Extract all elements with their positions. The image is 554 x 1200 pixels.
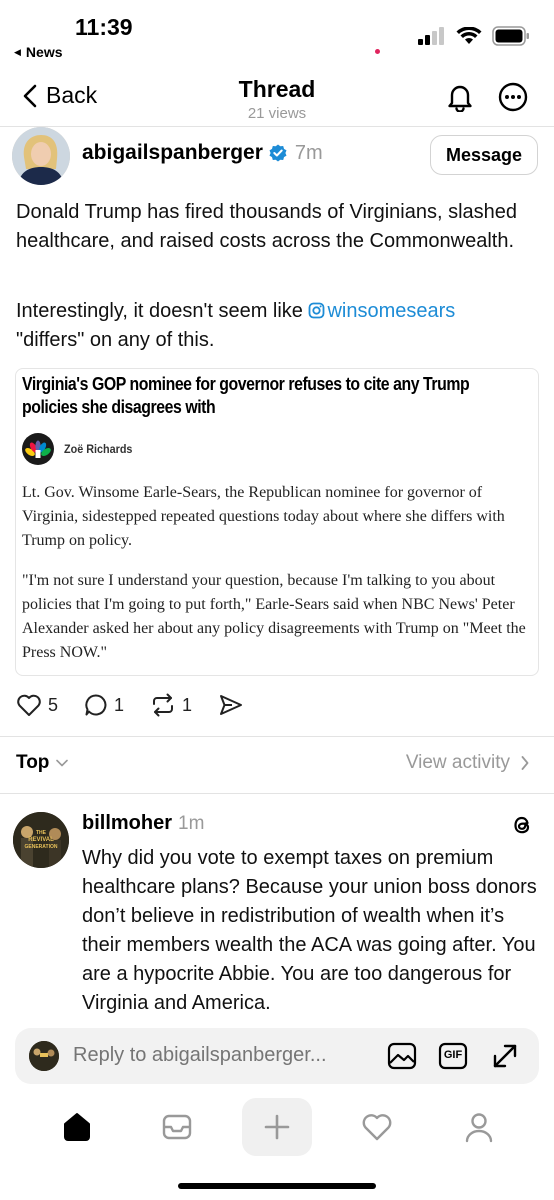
like-count: 5 [48, 694, 59, 715]
image-icon [387, 1042, 417, 1070]
reply-input[interactable] [73, 1044, 363, 1067]
gif-label: GIF [443, 1049, 463, 1061]
sort-divider [0, 793, 554, 794]
tab-inbox[interactable] [142, 1098, 212, 1156]
expand-icon [493, 1044, 517, 1068]
nav-divider [0, 126, 554, 127]
repost-icon [153, 693, 174, 717]
post-actions: 5 1 1 [16, 693, 270, 717]
avatar-text-3: GENERATION [25, 844, 58, 850]
wifi-icon [456, 27, 482, 44]
share-button[interactable] [218, 693, 244, 717]
more-icon [498, 82, 528, 112]
back-app-label: News [25, 44, 63, 60]
home-icon [64, 1113, 90, 1141]
expand-button[interactable] [491, 1042, 519, 1075]
heart-icon [362, 1114, 392, 1141]
nav-bar: Back Thread 21 views [0, 68, 554, 126]
status-icons [418, 26, 530, 46]
post-paragraph-2: Interestingly, it doesn't seem like wins… [16, 297, 536, 355]
plus-icon [264, 1114, 290, 1140]
heart-icon [17, 694, 41, 716]
chevron-down-icon [56, 759, 69, 767]
gif-button[interactable]: GIF [438, 1042, 468, 1075]
comment-icon [85, 694, 107, 716]
message-button[interactable]: Message [430, 135, 538, 175]
repost-count: 1 [182, 694, 193, 715]
reply-text: Why did you vote to exempt taxes on prem… [82, 847, 537, 1014]
back-to-app-link[interactable]: ◀ News [14, 44, 63, 60]
cellular-signal-icon [418, 27, 444, 45]
tab-profile[interactable] [444, 1098, 514, 1156]
post-author-row: abigailspanberger 7m [82, 141, 323, 165]
profile-icon [465, 1113, 493, 1143]
mention-handle: winsomesears [327, 300, 456, 322]
tab-bar [0, 1098, 554, 1168]
article-headline: Virginia's GOP nominee for governor refu… [22, 374, 470, 417]
sort-dropdown[interactable]: Top [16, 752, 69, 774]
status-time: 11:39 [75, 14, 133, 40]
battery-icon [492, 26, 529, 46]
send-icon [220, 695, 243, 715]
status-bar: 11:39 ◀ News [0, 0, 554, 66]
back-triangle-icon: ◀ [14, 46, 21, 57]
reply-button[interactable]: 1 [84, 693, 124, 717]
reply-count: 1 [114, 694, 125, 715]
post-timestamp: 7m [294, 141, 323, 164]
threads-icon [514, 816, 530, 834]
inbox-icon [162, 1114, 192, 1140]
sort-label: Top [16, 752, 50, 773]
reply-author-row: billmoher 1m [82, 812, 204, 835]
reply-author-avatar[interactable]: THE REVIVAL GENERATION [13, 812, 69, 868]
post-author-name[interactable]: abigailspanberger [82, 141, 263, 165]
article-body-1: Lt. Gov. Winsome Earle-Sears, the Republ… [22, 484, 505, 549]
attach-image-button[interactable] [387, 1042, 417, 1075]
post-paragraph-1: Donald Trump has fired thousands of Virg… [16, 201, 518, 252]
actions-divider [0, 736, 554, 737]
avatar-text-2: REVIVAL [28, 837, 54, 843]
verified-badge-icon [269, 144, 287, 162]
notification-dot [375, 49, 380, 54]
home-indicator [178, 1183, 376, 1189]
view-activity-label: View activity [405, 752, 510, 773]
tab-create[interactable] [242, 1098, 312, 1156]
view-activity-link[interactable]: View activity [406, 752, 530, 774]
my-avatar [29, 1041, 59, 1071]
more-options-button[interactable] [498, 82, 528, 117]
bell-icon [448, 85, 472, 113]
threads-logo-button[interactable] [510, 813, 534, 842]
article-byline: Zoë Richards [22, 433, 140, 465]
reply-composer: GIF [15, 1028, 539, 1084]
tab-home[interactable] [42, 1098, 112, 1156]
nbc-peacock-logo [22, 433, 54, 465]
reply-timestamp: 1m [178, 812, 205, 834]
tab-activity[interactable] [342, 1098, 412, 1156]
repost-button[interactable]: 1 [150, 693, 192, 717]
notifications-button[interactable] [445, 82, 475, 117]
post-paragraph-2-end: "differs" on any of this. [16, 329, 215, 351]
article-author: Zoë Richards [64, 442, 133, 456]
avatar-text-1: THE [36, 830, 47, 836]
article-image[interactable]: Virginia's GOP nominee for governor refu… [15, 368, 539, 676]
reply-author-name[interactable]: billmoher [82, 812, 172, 835]
post-paragraph-2-text: Interestingly, it doesn't seem like [16, 300, 309, 322]
like-button[interactable]: 5 [16, 693, 58, 717]
article-body-2: "I'm not sure I understand your question… [22, 572, 526, 661]
author-avatar[interactable] [12, 127, 70, 185]
instagram-icon [309, 302, 325, 319]
mention-link[interactable]: winsomesears [308, 300, 455, 322]
chevron-right-icon [521, 756, 529, 770]
